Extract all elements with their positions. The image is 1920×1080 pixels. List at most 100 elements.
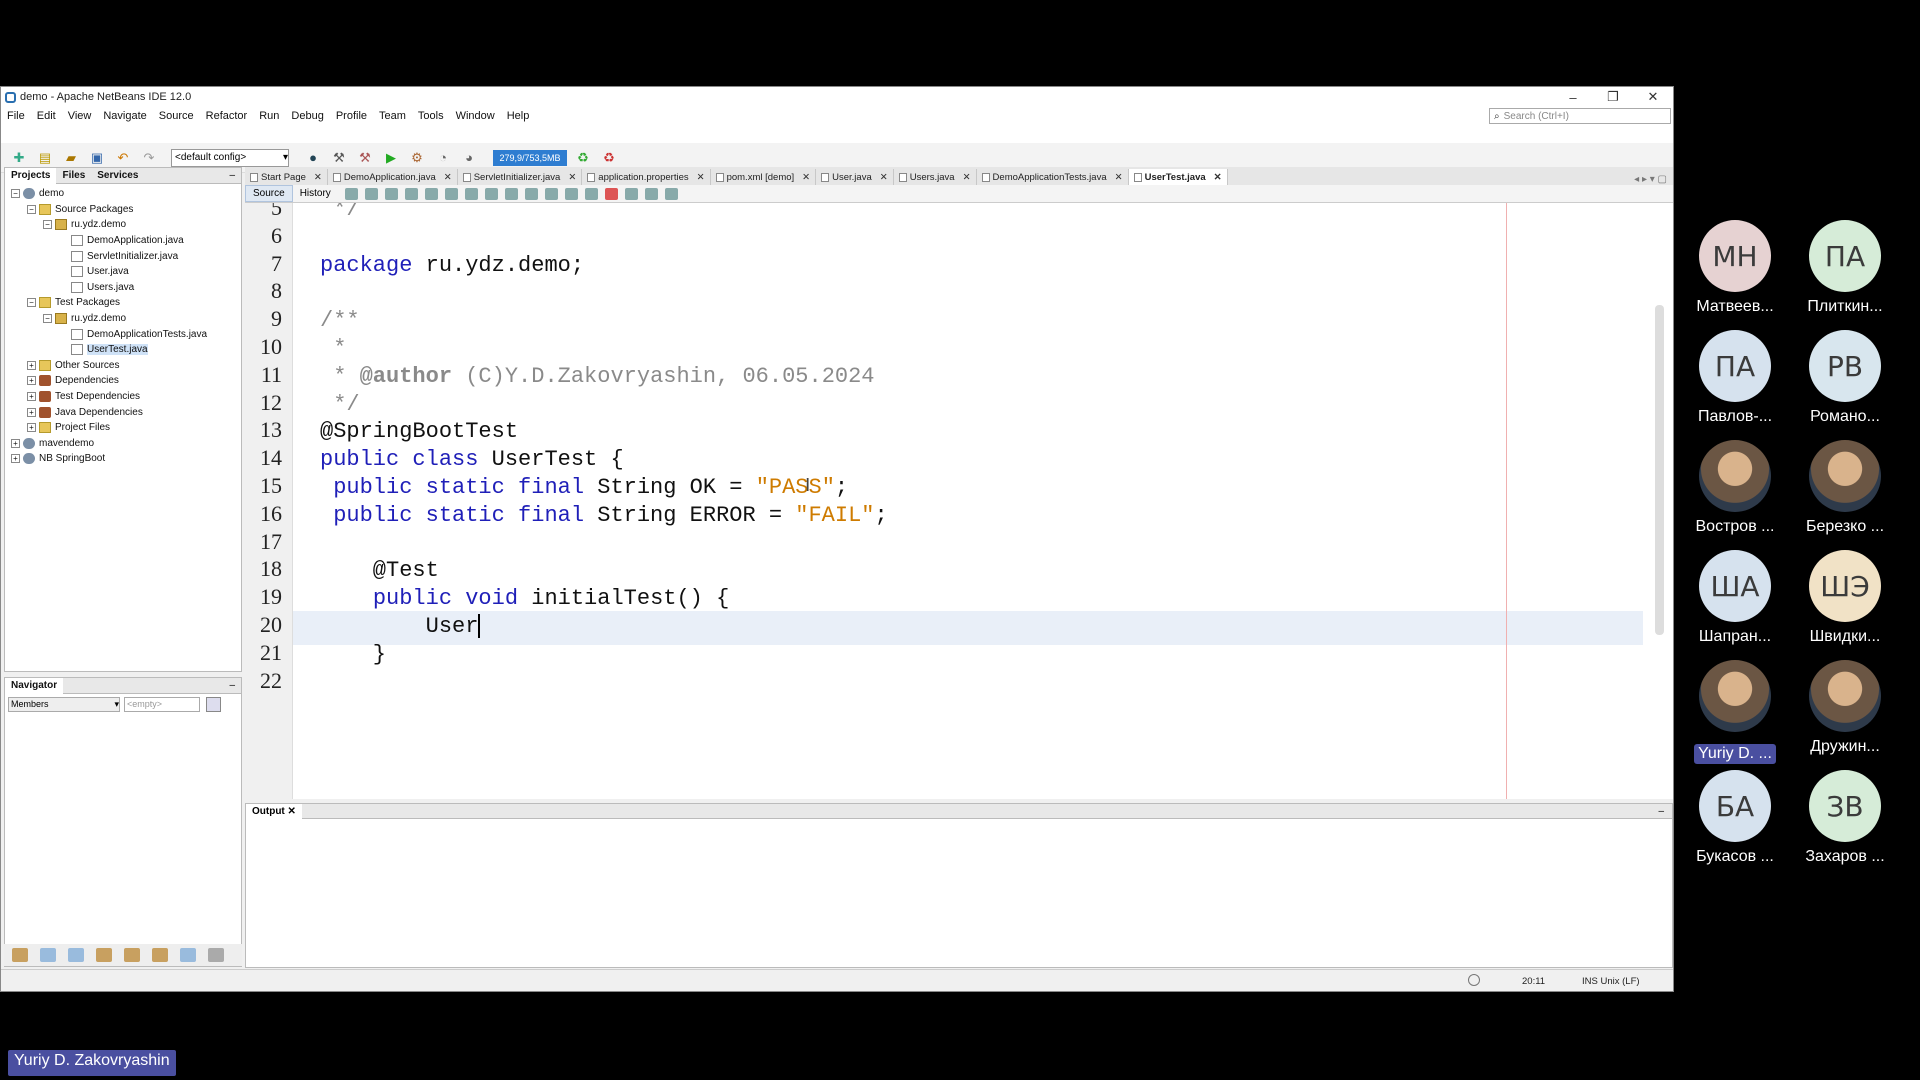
apply-changes-icon[interactable]: ◕ bbox=[459, 148, 479, 168]
tree-item[interactable]: Users.java bbox=[5, 280, 241, 296]
filter-icon[interactable] bbox=[12, 948, 28, 962]
tree-item[interactable]: + mavendemo bbox=[5, 436, 241, 452]
expand-toggle-icon[interactable]: + bbox=[11, 454, 20, 464]
save-all-icon[interactable]: ▣ bbox=[87, 148, 107, 168]
run-icon[interactable]: ▶ bbox=[381, 148, 401, 168]
menu-profile[interactable]: Profile bbox=[336, 110, 367, 122]
menu-navigate[interactable]: Navigate bbox=[103, 110, 146, 122]
toggle-bookmark-icon[interactable] bbox=[544, 187, 558, 200]
expand-toggle-icon[interactable]: + bbox=[27, 423, 36, 433]
filter-icon[interactable] bbox=[124, 948, 140, 962]
open-project-icon[interactable]: ▰ bbox=[61, 148, 81, 168]
new-project-icon[interactable]: ✚ bbox=[9, 148, 29, 168]
participant-tile[interactable]: Yuriy D. ... bbox=[1680, 660, 1790, 764]
menu-team[interactable]: Team bbox=[379, 110, 406, 122]
filter-options-icon[interactable] bbox=[206, 696, 221, 712]
menu-file[interactable]: File bbox=[7, 110, 25, 122]
participant-tile[interactable]: Дружин... bbox=[1790, 660, 1900, 756]
menu-view[interactable]: View bbox=[68, 110, 92, 122]
minimize-button[interactable]: – bbox=[1553, 90, 1593, 105]
close-tab-icon[interactable]: ✕ bbox=[314, 172, 322, 183]
profile-icon[interactable]: ◔ bbox=[433, 148, 453, 168]
participant-tile[interactable]: МН Матвеев... bbox=[1680, 220, 1790, 316]
filter-icon[interactable] bbox=[152, 948, 168, 962]
config-select[interactable]: <default config> ▾ bbox=[171, 148, 289, 167]
menu-refactor[interactable]: Refactor bbox=[206, 110, 248, 122]
expand-toggle-icon[interactable]: − bbox=[27, 204, 36, 214]
notifications-icon[interactable] bbox=[1468, 974, 1480, 986]
tab-history[interactable]: History bbox=[293, 185, 338, 202]
tab-navigation-icons[interactable]: ◂ ▸ ▾ ▢ bbox=[1634, 174, 1673, 185]
code-editor[interactable]: 5 6 7 8 9 10 11 12 13 14 15 16 17 18 19 20 21 22 */ packag… bbox=[245, 203, 1673, 799]
tree-item[interactable]: + NB SpringBoot bbox=[5, 451, 241, 467]
record-macro-icon[interactable] bbox=[604, 187, 618, 200]
bookmark-next-icon[interactable] bbox=[524, 187, 538, 200]
minimize-icon[interactable]: – bbox=[229, 170, 241, 181]
comment-icon[interactable] bbox=[644, 187, 658, 200]
back-icon[interactable] bbox=[364, 187, 378, 200]
close-tab-icon[interactable]: ✕ bbox=[1115, 172, 1123, 183]
sort-icon[interactable] bbox=[208, 948, 224, 962]
participant-tile[interactable]: ПА Плиткин... bbox=[1790, 220, 1900, 316]
expand-toggle-icon[interactable]: + bbox=[27, 392, 36, 402]
find-icon[interactable] bbox=[404, 187, 418, 200]
tree-item[interactable]: + Other Sources bbox=[5, 358, 241, 374]
editor-tab[interactable]: UserTest.java ✕ bbox=[1128, 169, 1228, 185]
editor-tab[interactable]: DemoApplication.java ✕ bbox=[328, 169, 458, 185]
shift-right-icon[interactable] bbox=[584, 187, 598, 200]
participant-tile[interactable]: ПА Павлов-... bbox=[1680, 330, 1790, 426]
code-line[interactable]: public static final String ERROR = "FAIL… bbox=[320, 503, 888, 537]
expand-toggle-icon[interactable]: − bbox=[43, 314, 52, 324]
expand-toggle-icon[interactable]: + bbox=[27, 376, 36, 386]
participant-tile[interactable]: Востров ... bbox=[1680, 440, 1790, 536]
last-edit-icon[interactable] bbox=[344, 187, 358, 200]
menu-edit[interactable]: Edit bbox=[37, 110, 56, 122]
gc-stop-icon[interactable]: ♻ bbox=[599, 148, 619, 168]
tree-item[interactable]: − ru.ydz.demo bbox=[5, 311, 241, 327]
tab-output[interactable]: Output ✕ bbox=[246, 803, 302, 819]
close-tab-icon[interactable]: ✕ bbox=[963, 172, 971, 183]
filter-icon[interactable] bbox=[96, 948, 112, 962]
tree-item[interactable]: − ru.ydz.demo bbox=[5, 217, 241, 233]
tree-item[interactable]: + Java Dependencies bbox=[5, 404, 241, 420]
tree-item[interactable]: + Project Files bbox=[5, 420, 241, 436]
participant-tile[interactable]: РВ Романо... bbox=[1790, 330, 1900, 426]
participant-tile[interactable]: ЗВ Захаров ... bbox=[1790, 770, 1900, 866]
filter-icon[interactable] bbox=[180, 948, 196, 962]
tab-navigator[interactable]: Navigator bbox=[5, 677, 64, 694]
participant-tile[interactable]: Березко ... bbox=[1790, 440, 1900, 536]
tree-item[interactable]: − Test Packages bbox=[5, 295, 241, 311]
undo-icon[interactable]: ↶ bbox=[113, 148, 133, 168]
tree-item[interactable]: ServletInitializer.java bbox=[5, 248, 241, 264]
tab-services[interactable]: Services bbox=[91, 168, 144, 184]
menu-debug[interactable]: Debug bbox=[291, 110, 323, 122]
globe-icon[interactable]: ● bbox=[303, 148, 323, 168]
menu-help[interactable]: Help bbox=[507, 110, 530, 122]
tree-item[interactable]: + Dependencies bbox=[5, 373, 241, 389]
menu-tools[interactable]: Tools bbox=[418, 110, 444, 122]
participant-tile[interactable]: ША Шапран... bbox=[1680, 550, 1790, 646]
find-previous-icon[interactable] bbox=[424, 187, 438, 200]
close-tab-icon[interactable]: ✕ bbox=[1214, 172, 1222, 183]
code-line[interactable]: } bbox=[320, 642, 386, 676]
expand-toggle-icon[interactable]: − bbox=[43, 220, 52, 230]
tab-files[interactable]: Files bbox=[56, 168, 91, 184]
close-tab-icon[interactable]: ✕ bbox=[697, 172, 705, 183]
editor-tab[interactable]: User.java ✕ bbox=[816, 169, 894, 185]
close-tab-icon[interactable]: ✕ bbox=[444, 172, 452, 183]
build-icon[interactable]: ⚒ bbox=[329, 148, 349, 168]
find-next-icon[interactable] bbox=[444, 187, 458, 200]
editor-tab[interactable]: DemoApplicationTests.java ✕ bbox=[977, 169, 1129, 185]
expand-toggle-icon[interactable]: − bbox=[11, 189, 20, 199]
vertical-scrollbar[interactable] bbox=[1653, 211, 1665, 791]
expand-toggle-icon[interactable]: + bbox=[11, 438, 20, 448]
code-line[interactable]: package ru.ydz.demo; bbox=[320, 253, 584, 287]
tree-item[interactable]: − demo bbox=[5, 186, 241, 202]
code-line[interactable]: */ bbox=[320, 203, 359, 231]
uncomment-icon[interactable] bbox=[664, 187, 678, 200]
code-area[interactable]: */package ru.ydz.demo;/** * * @author (C… bbox=[320, 203, 1650, 799]
stop-macro-icon[interactable] bbox=[624, 187, 638, 200]
expand-toggle-icon[interactable]: − bbox=[27, 298, 36, 308]
navigator-filter[interactable]: <empty> bbox=[124, 696, 200, 712]
bookmark-previous-icon[interactable] bbox=[504, 187, 518, 200]
